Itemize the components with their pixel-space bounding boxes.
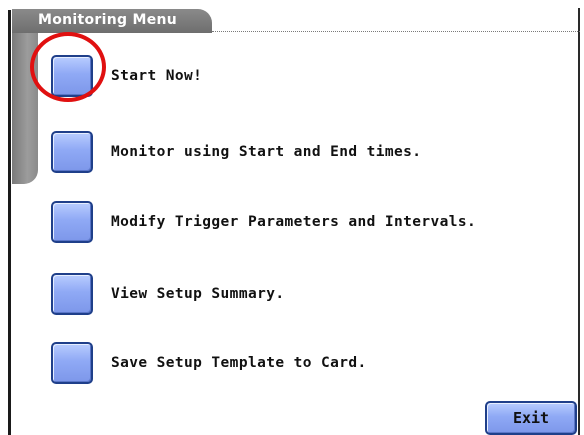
save-template-label: Save Setup Template to Card.: [111, 355, 367, 371]
exit-button[interactable]: Exit: [485, 401, 577, 435]
frame-right-border: [578, 8, 580, 435]
view-setup-summary-label: View Setup Summary.: [111, 286, 285, 302]
menu-item-save-template[interactable]: Save Setup Template to Card.: [51, 341, 367, 385]
frame-left-border: [8, 10, 11, 435]
monitor-start-end-label: Monitor using Start and End times.: [111, 144, 422, 160]
menu-item-monitor-start-end[interactable]: Monitor using Start and End times.: [51, 130, 421, 174]
menu-item-start-now[interactable]: Start Now!: [51, 54, 202, 98]
save-template-button[interactable]: [51, 342, 93, 384]
start-now-button[interactable]: [51, 55, 93, 97]
menu-item-view-setup-summary[interactable]: View Setup Summary.: [51, 272, 284, 316]
modify-trigger-label: Modify Trigger Parameters and Intervals.: [111, 214, 477, 230]
menu-item-modify-trigger[interactable]: Modify Trigger Parameters and Intervals.: [51, 200, 476, 244]
title-side-bar: [12, 22, 38, 184]
monitoring-menu-screen: Monitoring Menu Start Now! Monitor using…: [0, 0, 584, 435]
monitor-start-end-button[interactable]: [51, 131, 93, 173]
frame-top-divider: [212, 31, 580, 32]
modify-trigger-button[interactable]: [51, 201, 93, 243]
view-setup-summary-button[interactable]: [51, 273, 93, 315]
start-now-label: Start Now!: [111, 68, 203, 84]
page-title: Monitoring Menu: [12, 9, 212, 33]
